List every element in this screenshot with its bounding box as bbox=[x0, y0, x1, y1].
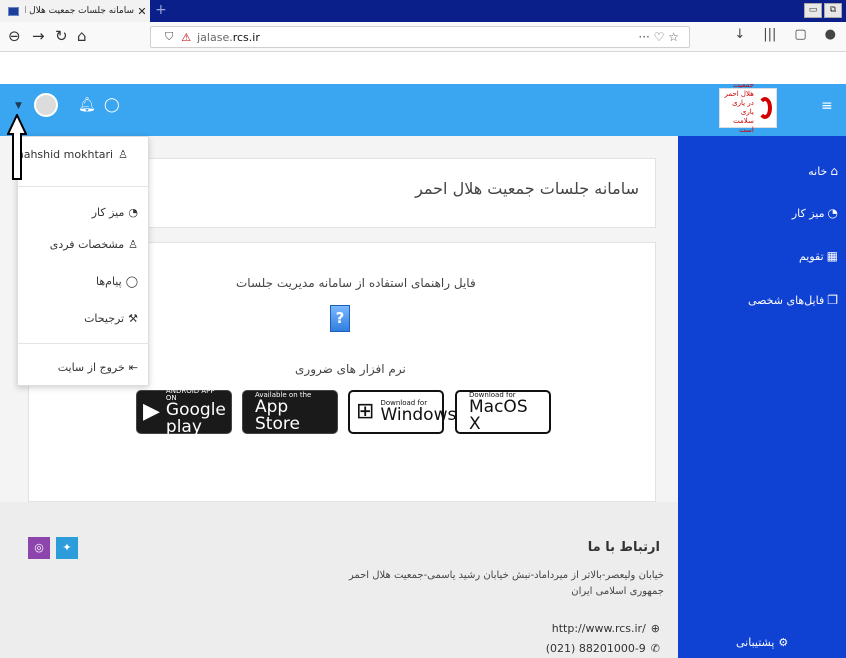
logo[interactable]: جمعیت هلال احمر در یاری یاری سلامت است bbox=[719, 81, 777, 134]
favicon-icon bbox=[8, 6, 19, 16]
back-button[interactable]: ⊖ bbox=[8, 27, 21, 45]
windows-text: Download for Windows bbox=[380, 399, 457, 425]
menu-item-label: ترجیحات bbox=[84, 312, 125, 325]
app-store-text: Available on the App Store bbox=[255, 390, 312, 434]
instagram-icon[interactable]: ◎ bbox=[28, 537, 50, 559]
website-link[interactable]: http://www.rcs.ir/ bbox=[552, 622, 646, 635]
home-icon: ⌂ bbox=[830, 164, 838, 178]
files-icon: ❐ bbox=[827, 293, 838, 307]
extension-icon[interactable]: ● bbox=[825, 27, 836, 42]
crescent-icon bbox=[757, 97, 772, 119]
dropdown-username-row[interactable]: mahshid mokhtari ♙ bbox=[13, 148, 128, 161]
menu-item-profile[interactable]: ♙ مشخصات فردی bbox=[50, 238, 138, 251]
support-link[interactable]: ⚙ پشتیبانی bbox=[736, 636, 788, 649]
macos-download-button[interactable]: Download for MacOS X bbox=[455, 390, 551, 434]
user-dropdown-menu bbox=[17, 136, 149, 386]
home-icon[interactable]: ⌂ bbox=[77, 27, 87, 45]
calendar-icon: ▦ bbox=[826, 249, 838, 263]
insecure-lock-icon: ⚠ bbox=[181, 30, 192, 44]
reader-icon[interactable]: ▢ bbox=[794, 27, 806, 42]
sidebar-item-label: میز کار bbox=[791, 206, 825, 220]
phone-row: ✆ (021) 88201000-9 bbox=[546, 642, 660, 655]
gear-icon: ⚙ bbox=[778, 636, 789, 649]
menu-item-logout[interactable]: ⇤ خروج از سایت bbox=[58, 361, 138, 374]
menu-item-preferences[interactable]: ⚒ ترجیحات bbox=[84, 312, 138, 325]
browser-nav-bar: ⊖ → ↻ ⌂ ⛉ ⚠ jalase.rcs.ir ··· ♡ ☆ ↓ ||| … bbox=[0, 22, 846, 52]
macos-text: Download for MacOS X bbox=[469, 390, 528, 434]
globe-icon: ⊕ bbox=[650, 622, 660, 635]
window-controls: ▭ ⧉ bbox=[804, 3, 842, 18]
support-label: پشتیبانی bbox=[736, 636, 775, 649]
user-menu-caret-icon[interactable]: ▼ bbox=[15, 101, 22, 111]
phone-number: (021) 88201000-9 bbox=[545, 642, 646, 655]
browser-toolbar: ↓ ||| ▢ ● bbox=[734, 27, 836, 42]
new-tab-button[interactable]: + bbox=[155, 2, 167, 18]
annotation-arrow-icon bbox=[7, 114, 27, 180]
divider bbox=[17, 343, 149, 344]
username: mahshid mokhtari bbox=[13, 148, 114, 161]
download-icon[interactable]: ↓ bbox=[734, 27, 745, 42]
tab-title: سامانه جلسات جمعیت هلال احمر bbox=[25, 6, 134, 16]
google-play-text: ANDROID APP ON Google play bbox=[165, 387, 226, 437]
tab-close-icon[interactable]: ✕ bbox=[134, 5, 150, 18]
library-icon[interactable]: ||| bbox=[763, 27, 776, 42]
minimize-button[interactable]: ▭ bbox=[804, 3, 822, 18]
app-store-button[interactable]: Available on the App Store bbox=[242, 390, 338, 434]
browser-tab[interactable]: سامانه جلسات جمعیت هلال احمر ✕ bbox=[0, 0, 150, 22]
browser-tab-bar: سامانه جلسات جمعیت هلال احمر ✕ + ▭ ⧉ bbox=[0, 0, 846, 22]
windows-download-button[interactable]: ⊞ Download for Windows bbox=[348, 390, 456, 434]
phone-icon: ✆ bbox=[650, 642, 660, 655]
bell-icon[interactable]: 🔔︎ bbox=[78, 97, 96, 113]
google-play-button[interactable]: ▶ ANDROID APP ON Google play bbox=[136, 387, 232, 437]
help-book-icon[interactable]: ? bbox=[330, 305, 350, 332]
page-title: سامانه جلسات جمعیت هلال احمر bbox=[415, 179, 639, 198]
logo-text: جمعیت هلال احمر در یاری یاری سلامت است bbox=[724, 81, 754, 134]
screenshot-root: سامانه جلسات جمعیت هلال احمر ✕ + ▭ ⧉ ⊖ →… bbox=[0, 0, 846, 658]
sidebar-item-home[interactable]: ⌂ خانه bbox=[808, 164, 838, 178]
divider bbox=[17, 186, 149, 187]
reload-button[interactable]: ↻ bbox=[55, 27, 68, 45]
dashboard-icon: ◔ bbox=[827, 206, 838, 220]
menu-item-dashboard[interactable]: ◔ میز کار bbox=[92, 206, 138, 219]
sidebar-item-label: تقویم bbox=[798, 249, 824, 263]
avatar[interactable] bbox=[34, 93, 58, 117]
shield-icon: ⛉ bbox=[165, 30, 174, 43]
menu-item-label: مشخصات فردی bbox=[49, 238, 125, 251]
wrench-icon: ⚒ bbox=[128, 312, 138, 325]
user-icon: ♙ bbox=[128, 238, 138, 251]
url-bar[interactable]: ⛉ ⚠ jalase.rcs.ir ··· ♡ ☆ bbox=[150, 26, 690, 48]
address-text: خیابان ولیعصر-بالاتر از میرداماد-نبش خیا… bbox=[348, 570, 664, 597]
sidebar-item-dashboard[interactable]: ◔ میز کار bbox=[792, 206, 838, 220]
sidebar-item-calendar[interactable]: ▦ تقویم bbox=[799, 249, 838, 263]
website-row: ⊕ http://www.rcs.ir/ bbox=[552, 622, 660, 635]
forward-button[interactable]: → bbox=[32, 27, 45, 45]
menu-item-label: میز کار bbox=[91, 206, 125, 219]
url-actions[interactable]: ··· ♡ ☆ bbox=[638, 30, 679, 44]
menu-item-label: خروج از سایت bbox=[57, 361, 125, 374]
contact-title: ارتباط با ما bbox=[587, 540, 660, 555]
sidebar-item-label: خانه bbox=[808, 164, 828, 178]
play-icon: ▶ bbox=[143, 399, 160, 424]
url-host: jalase.rcs.ir bbox=[197, 30, 260, 44]
menu-item-label: پیام‌ها bbox=[95, 275, 122, 288]
guide-file-link[interactable]: فایل راهنمای استفاده از سامانه مدیریت جل… bbox=[236, 276, 476, 290]
dashboard-icon: ◔ bbox=[128, 206, 138, 219]
software-label: نرم افزار های ضروری bbox=[295, 362, 406, 376]
hamburger-menu-icon[interactable]: ≡ bbox=[821, 98, 833, 114]
sidebar-item-label: فایل‌های شخصی bbox=[747, 293, 825, 307]
twitter-icon[interactable]: ✦ bbox=[56, 537, 78, 559]
user-icon: ♙ bbox=[118, 148, 128, 161]
windows-icon: ⊞ bbox=[356, 399, 375, 424]
chat-icon: ◯ bbox=[125, 275, 138, 288]
chat-icon[interactable]: ◯ bbox=[104, 97, 120, 113]
restore-button[interactable]: ⧉ bbox=[824, 3, 842, 18]
logout-icon: ⇤ bbox=[128, 361, 138, 374]
menu-item-messages[interactable]: ◯ پیام‌ها bbox=[96, 275, 138, 288]
page-top-gap bbox=[0, 52, 846, 84]
sidebar-item-files[interactable]: ❐ فایل‌های شخصی bbox=[748, 293, 838, 307]
